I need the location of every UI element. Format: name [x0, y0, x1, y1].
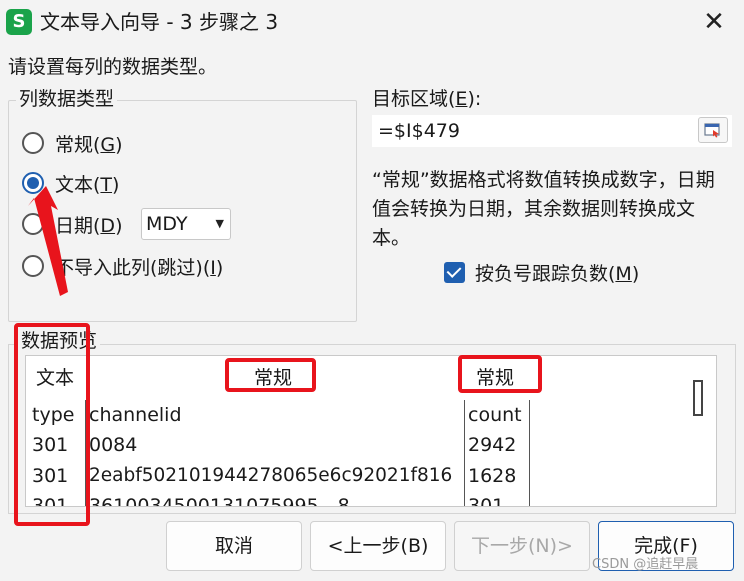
annotation-arrow-icon [28, 186, 68, 296]
watermark: CSDN @追赶早晨 [592, 557, 699, 572]
